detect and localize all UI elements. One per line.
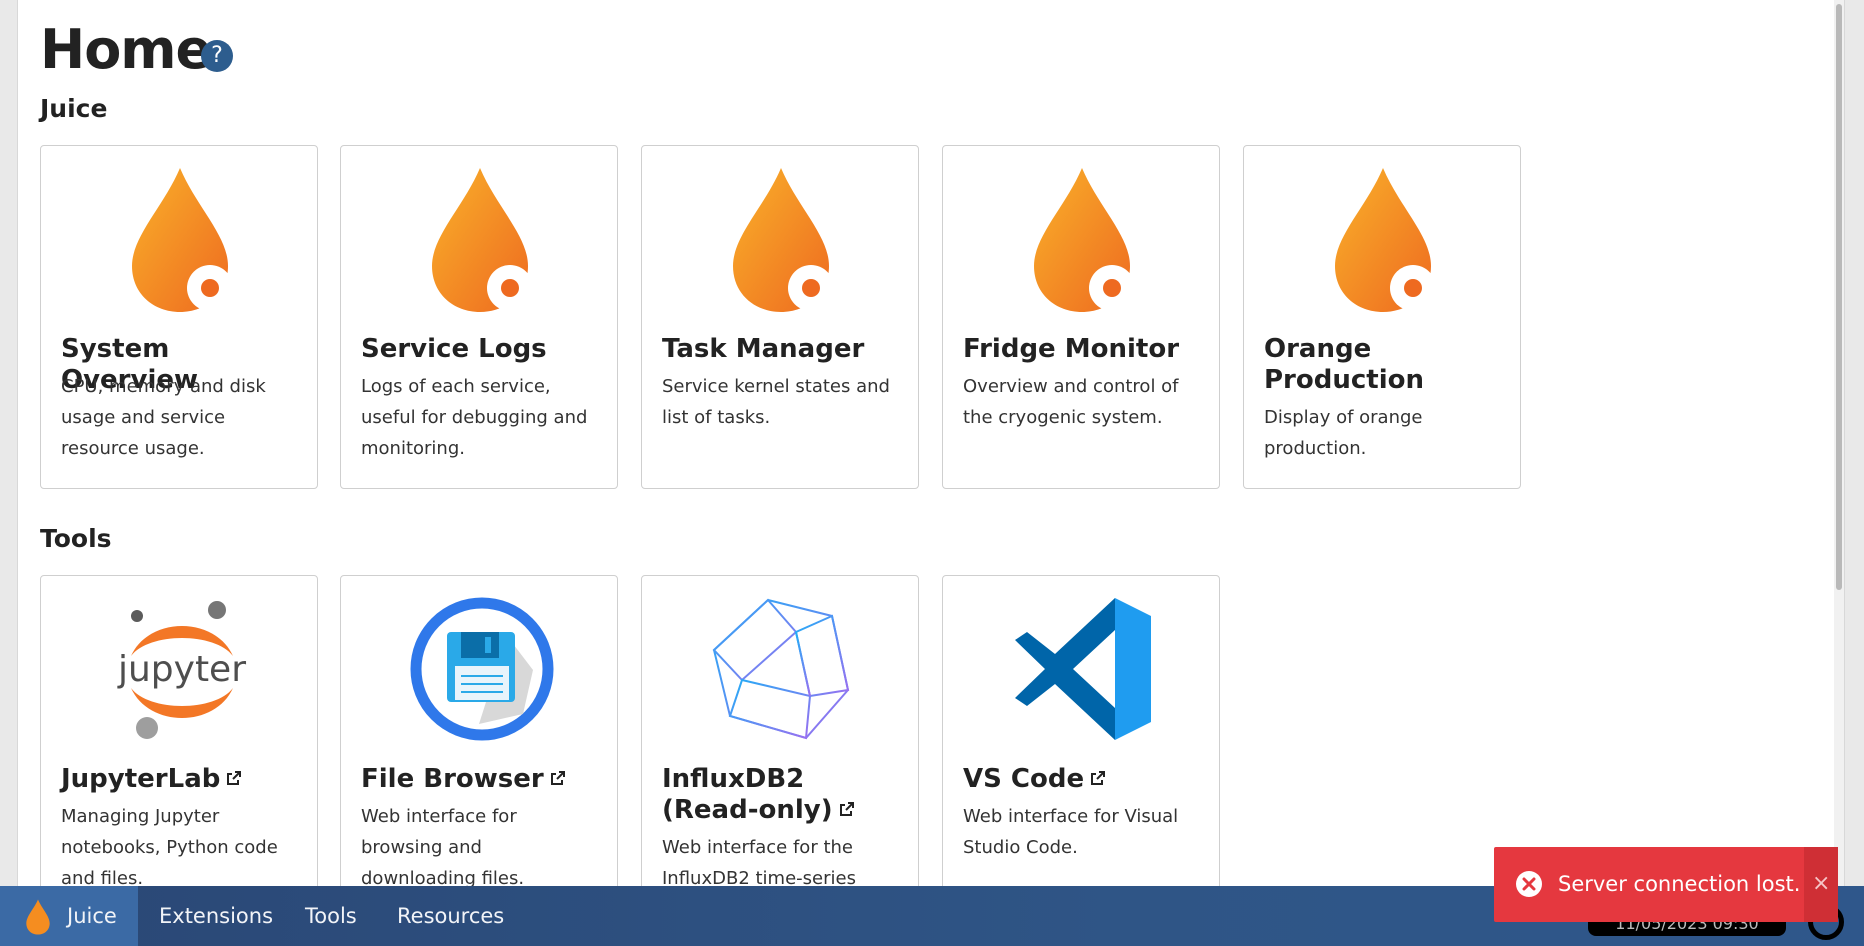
card-description: Managing Jupyter notebooks, Python code … (61, 806, 278, 886)
card-jupyterlab[interactable]: jupyter JupyterLab Managing Jupyter note… (40, 575, 318, 886)
external-link-icon (550, 771, 565, 785)
card-description: Overview and control of the cryogenic sy… (963, 376, 1179, 428)
taskbar-item-extensions[interactable]: Extensions (159, 886, 273, 946)
card-description: CPU, memory and disk usage and service r… (61, 376, 266, 459)
card-title: InfluxDB2 (Read-only) (662, 764, 902, 826)
card-description: Service kernel states and list of tasks. (662, 376, 890, 428)
card-title: Task Manager (662, 334, 865, 364)
juice-drop-icon (26, 899, 50, 935)
page-scrollbar[interactable] (1834, 0, 1844, 886)
juice-drop-icon (132, 168, 233, 312)
card-title: File Browser (361, 764, 601, 795)
toast-close-button[interactable]: × (1804, 847, 1838, 922)
card-service-logs[interactable]: Service Logs Logs of each service, usefu… (340, 145, 618, 489)
juice-drop-icon (1034, 168, 1135, 312)
card-description: Web interface for the InfluxDB2 time-ser… (662, 837, 856, 886)
card-title: JupyterLab (61, 764, 301, 795)
close-icon: × (1812, 871, 1831, 896)
juice-drop-icon (432, 168, 533, 312)
help-icon[interactable]: ? (201, 40, 233, 72)
section-title-juice: Juice (40, 94, 108, 123)
card-title: Orange Production (1264, 334, 1424, 395)
vscode-icon (1015, 598, 1151, 740)
taskbar-item-label: Juice (67, 904, 117, 928)
influxdb-icon (712, 598, 850, 740)
card-influxdb2[interactable]: InfluxDB2 (Read-only) Web interface for … (641, 575, 919, 886)
home-page: Home ? Juice System Overview CPU, memory… (17, 0, 1845, 886)
card-title: Fridge Monitor (963, 334, 1180, 364)
scrollbar-thumb[interactable] (1836, 4, 1842, 590)
section-title-tools: Tools (40, 524, 112, 553)
error-icon (1516, 871, 1542, 897)
taskbar-item-juice[interactable]: Juice (0, 886, 138, 946)
svg-text:jupyter: jupyter (117, 649, 246, 690)
card-orange-production[interactable]: Orange Production Display of orange prod… (1243, 145, 1521, 489)
juice-drop-icon (733, 168, 834, 312)
juice-drop-icon (1335, 168, 1436, 312)
card-title: VS Code (963, 764, 1203, 795)
card-system-overview[interactable]: System Overview CPU, memory and disk usa… (40, 145, 318, 489)
external-link-icon (227, 771, 242, 785)
error-toast: Server connection lost. × (1494, 847, 1838, 922)
card-task-manager[interactable]: Task Manager Service kernel states and l… (641, 145, 919, 489)
taskbar-item-tools[interactable]: Tools (305, 886, 357, 946)
card-file-browser[interactable]: File Browser Web interface for browsing … (340, 575, 618, 886)
toast-message: Server connection lost. (1558, 872, 1801, 896)
floppy-disk-icon (410, 597, 554, 741)
external-link-icon (839, 802, 854, 816)
taskbar-item-resources[interactable]: Resources (397, 886, 504, 946)
card-vs-code[interactable]: VS Code Web interface for Visual Studio … (942, 575, 1220, 886)
jupyter-icon: jupyter (117, 601, 246, 739)
card-description: Display of orange production. (1264, 407, 1423, 459)
card-title: Service Logs (361, 334, 547, 364)
external-link-icon (1091, 771, 1106, 785)
card-description: Web interface for browsing and downloadi… (361, 806, 525, 886)
card-description: Web interface for Visual Studio Code. (963, 806, 1179, 858)
page-title: Home (40, 18, 212, 81)
card-fridge-monitor[interactable]: Fridge Monitor Overview and control of t… (942, 145, 1220, 489)
card-description: Logs of each service, useful for debuggi… (361, 376, 588, 459)
